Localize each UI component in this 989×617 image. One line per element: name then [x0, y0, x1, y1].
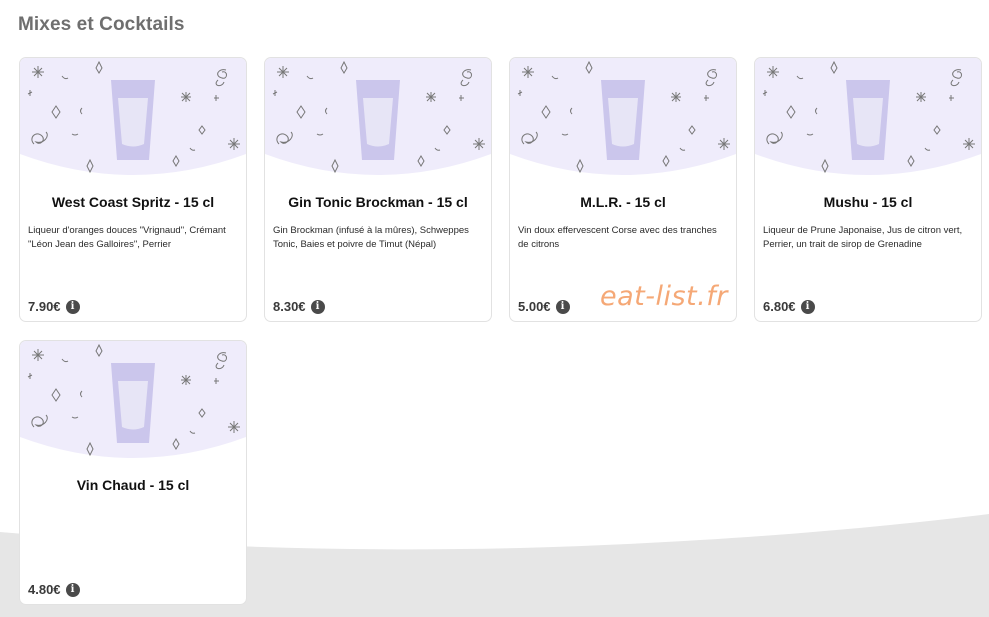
- price-row: 7.90€ i: [28, 299, 80, 314]
- item-price: 5.00€: [518, 299, 551, 314]
- item-name: West Coast Spritz - 15 cl: [51, 194, 215, 210]
- menu-item-card[interactable]: Vin Chaud - 15 cl 4.80€ i: [19, 340, 247, 605]
- item-price: 4.80€: [28, 582, 61, 597]
- info-icon[interactable]: i: [555, 299, 570, 314]
- menu-item-card[interactable]: Gin Tonic Brockman - 15 cl Gin Brockman …: [264, 57, 492, 322]
- menu-item-card[interactable]: West Coast Spritz - 15 cl Liqueur d'oran…: [19, 57, 247, 322]
- price-row: 8.30€ i: [273, 299, 325, 314]
- item-name: Vin Chaud - 15 cl: [76, 477, 190, 493]
- info-icon[interactable]: i: [65, 299, 80, 314]
- item-description: Liqueur de Prune Japonaise, Jus de citro…: [763, 225, 963, 250]
- item-description: Vin doux effervescent Corse avec des tra…: [518, 225, 717, 250]
- card-illustration: [20, 58, 246, 183]
- item-name: Gin Tonic Brockman - 15 cl: [288, 194, 468, 210]
- item-description: Gin Brockman (infusé à la mûres), Schwep…: [273, 225, 469, 250]
- section-title: Mixes et Cocktails: [18, 14, 185, 35]
- price-row: 5.00€ i: [518, 299, 570, 314]
- info-icon[interactable]: i: [65, 582, 80, 597]
- card-illustration: [510, 58, 736, 183]
- item-description: Liqueur d'oranges douces "Vrignaud", Cré…: [28, 225, 226, 250]
- item-name: Mushu - 15 cl: [823, 194, 913, 210]
- card-illustration: [755, 58, 981, 183]
- item-name: M.L.R. - 15 cl: [580, 194, 666, 210]
- card-illustration: [20, 341, 246, 466]
- price-row: 4.80€ i: [28, 582, 80, 597]
- price-row: 6.80€ i: [763, 299, 815, 314]
- card-illustration: [265, 58, 491, 183]
- info-icon[interactable]: i: [310, 299, 325, 314]
- menu-item-card[interactable]: Mushu - 15 cl Liqueur de Prune Japonaise…: [754, 57, 982, 322]
- item-price: 7.90€: [28, 299, 61, 314]
- item-price: 6.80€: [763, 299, 796, 314]
- item-price: 8.30€: [273, 299, 306, 314]
- watermark: eat-list.fr: [600, 281, 728, 312]
- info-icon[interactable]: i: [800, 299, 815, 314]
